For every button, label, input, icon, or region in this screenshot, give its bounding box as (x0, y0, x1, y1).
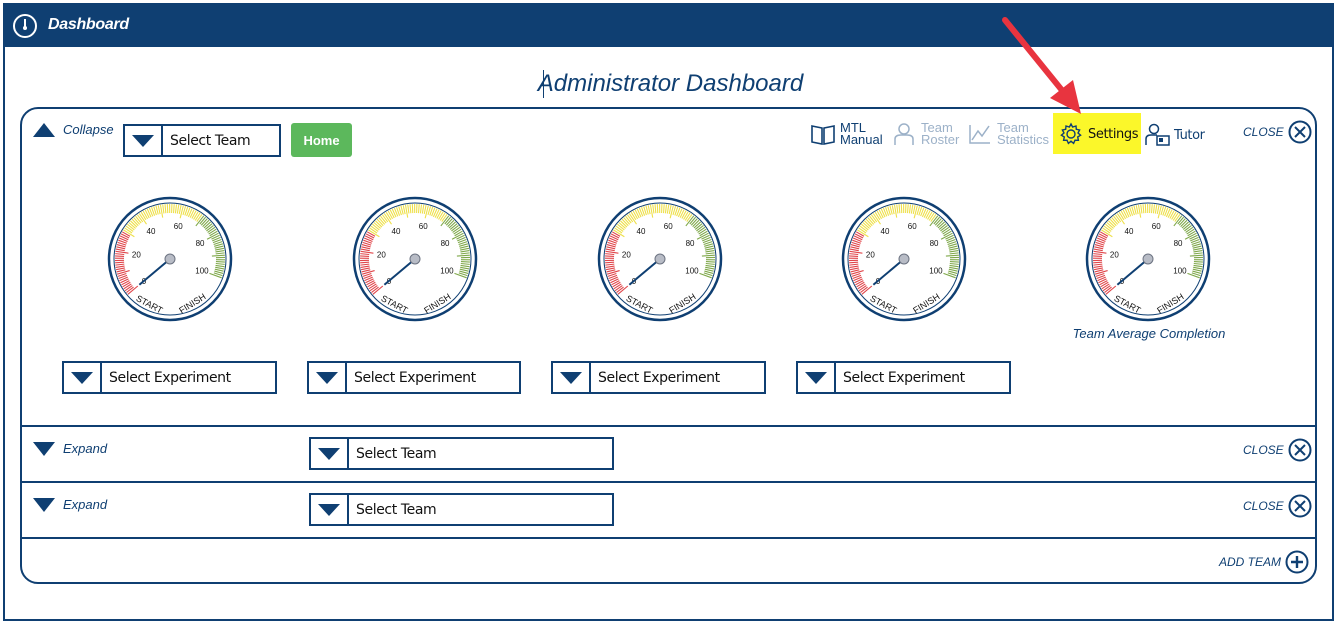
team-select-value: Select Team (356, 501, 437, 518)
close-circle-icon (1288, 438, 1312, 462)
gauge-scale-label: 20 (866, 250, 875, 259)
gauge-scale-label: 20 (1110, 250, 1119, 259)
gauge-scale-label: 60 (664, 222, 673, 231)
gauge-scale-label: 100 (1173, 267, 1187, 276)
gauge-scale-label: 80 (930, 239, 939, 248)
expand-label: Expand (63, 441, 108, 456)
team-roster-button[interactable]: Team Roster (893, 121, 960, 147)
team-average-caption: Team Average Completion (1072, 326, 1226, 341)
dropdown-arrow-icon (553, 363, 591, 392)
gauge-scale-label: 100 (685, 267, 699, 276)
mtl-manual-button[interactable]: MTL Manual (810, 121, 883, 147)
gauge-hub (164, 253, 176, 265)
book-icon (811, 125, 835, 145)
expand-toggle-3[interactable]: Expand (33, 497, 107, 512)
gauge-scale-label: 80 (441, 239, 450, 248)
close-label: CLOSE (1243, 443, 1284, 457)
close-team-1-button[interactable]: CLOSE (1243, 120, 1312, 144)
line-chart-icon (969, 125, 990, 144)
team-statistics-button[interactable]: Team Statistics (968, 121, 1050, 147)
experiment-select-4[interactable]: Select Experiment (796, 361, 1011, 394)
gauge-scale-label: 80 (686, 239, 695, 248)
gauge-3: 020406080100STARTFINISH (597, 196, 723, 322)
person-icon (894, 123, 914, 145)
gauge-team-average: 020406080100STARTFINISH (1085, 196, 1211, 322)
gauge-scale-label: 100 (440, 267, 454, 276)
gauge-hub (654, 253, 666, 265)
dropdown-arrow-icon (64, 363, 102, 392)
plus-circle-icon (1285, 550, 1309, 574)
gauge-1: 020406080100STARTFINISH (107, 196, 233, 322)
team-select[interactable]: Select Team (123, 124, 281, 157)
home-button[interactable]: Home (291, 123, 352, 157)
gauge-scale-label: 60 (908, 222, 917, 231)
gauge-hub (1142, 253, 1154, 265)
gauge-scale-label: 100 (929, 267, 943, 276)
gauge-scale-label: 40 (1125, 227, 1134, 236)
add-team-label: ADD TEAM (1219, 555, 1282, 569)
tutor-icon (1145, 123, 1170, 146)
close-label: CLOSE (1243, 125, 1284, 139)
experiment-select-value: Select Experiment (598, 369, 720, 386)
tutor-label: Tutor (1174, 127, 1205, 143)
experiment-select-value: Select Experiment (843, 369, 965, 386)
gauge-2: 020406080100STARTFINISH (352, 196, 478, 322)
team-statistics-line2: Statistics (997, 132, 1050, 147)
experiment-select-1[interactable]: Select Experiment (62, 361, 277, 394)
experiment-select-3[interactable]: Select Experiment (551, 361, 766, 394)
team-select-2[interactable]: Select Team (309, 437, 614, 470)
close-team-2-button[interactable]: CLOSE (1243, 438, 1312, 462)
expand-toggle-2[interactable]: Expand (33, 441, 107, 456)
gauge-scale-label: 60 (174, 222, 183, 231)
dropdown-arrow-icon (311, 495, 349, 524)
collapse-label: Collapse (63, 122, 114, 137)
divider (22, 425, 1315, 427)
gauge-scale-label: 20 (622, 250, 631, 259)
settings-button[interactable]: Settings (1059, 122, 1139, 146)
triangle-down-icon (33, 497, 55, 512)
triangle-up-icon (33, 122, 55, 137)
gauge-4: 020406080100STARTFINISH (841, 196, 967, 322)
triangle-down-icon (33, 441, 55, 456)
gauge-scale-label: 80 (1174, 239, 1183, 248)
gauge-scale-label: 40 (392, 227, 401, 236)
tutor-button[interactable]: Tutor (1145, 123, 1205, 147)
team-select-value: Select Team (356, 445, 437, 462)
add-team-button[interactable]: ADD TEAM (1219, 550, 1309, 574)
experiment-select-value: Select Experiment (354, 369, 476, 386)
collapse-toggle[interactable]: Collapse (33, 122, 114, 137)
gauge-hub (409, 253, 421, 265)
team-roster-line2: Roster (921, 132, 960, 147)
dropdown-arrow-icon (125, 126, 163, 155)
settings-label: Settings (1088, 126, 1139, 142)
team-select-3[interactable]: Select Team (309, 493, 614, 526)
divider (22, 481, 1315, 483)
gauge-scale-label: 40 (637, 227, 646, 236)
gauge-scale-label: 40 (881, 227, 890, 236)
mtl-manual-line2: Manual (840, 132, 883, 147)
close-team-3-button[interactable]: CLOSE (1243, 494, 1312, 518)
gauge-scale-label: 20 (132, 250, 141, 259)
gauge-scale-label: 60 (1152, 222, 1161, 231)
expand-label: Expand (63, 497, 108, 512)
dropdown-arrow-icon (798, 363, 836, 392)
close-circle-icon (1288, 494, 1312, 518)
close-label: CLOSE (1243, 499, 1284, 513)
gauge-scale-label: 100 (195, 267, 209, 276)
gear-icon (1060, 122, 1082, 145)
page-title: Administrator Dashboard (537, 70, 804, 97)
teams-container (20, 107, 1317, 584)
dropdown-arrow-icon (311, 439, 349, 468)
gauge-scale-label: 60 (419, 222, 428, 231)
experiment-select-2[interactable]: Select Experiment (307, 361, 521, 394)
gauge-scale-label: 80 (196, 239, 205, 248)
close-circle-icon (1288, 120, 1312, 144)
gauge-scale-label: 40 (147, 227, 156, 236)
team-select-value: Select Team (170, 132, 251, 149)
experiment-select-value: Select Experiment (109, 369, 231, 386)
gauge-scale-label: 20 (377, 250, 386, 259)
gauge-hub (898, 253, 910, 265)
dropdown-arrow-icon (309, 363, 347, 392)
divider (22, 537, 1315, 539)
